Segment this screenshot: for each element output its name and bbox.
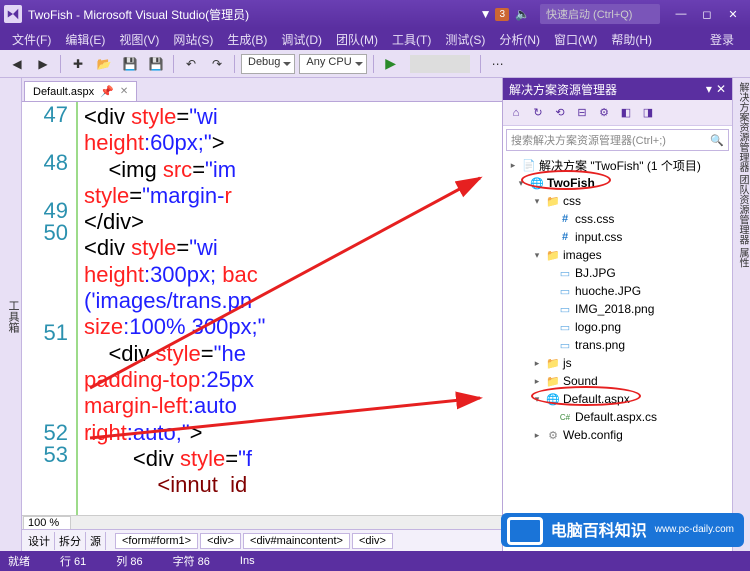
menu-team[interactable]: 团队(M): [330, 29, 384, 50]
status-char: 字符 86: [173, 553, 210, 569]
view-design-tab[interactable]: 设计: [24, 532, 55, 550]
config-dropdown[interactable]: Debug: [241, 54, 295, 74]
code-text[interactable]: <div style="wi height:60px;"> <img src="…: [78, 102, 502, 515]
file-trans[interactable]: trans.png: [575, 338, 625, 352]
menu-test[interactable]: 测试(S): [439, 29, 491, 50]
file-css-css[interactable]: css.css: [575, 212, 614, 226]
document-tab[interactable]: Default.aspx 📌 ✕: [24, 81, 137, 101]
folder-js[interactable]: js: [563, 356, 572, 370]
refresh-icon[interactable]: ↻: [529, 104, 547, 122]
platform-dropdown[interactable]: Any CPU: [299, 54, 366, 74]
menu-analyze[interactable]: 分析(N): [493, 29, 546, 50]
menu-window[interactable]: 窗口(W): [548, 29, 603, 50]
folder-images[interactable]: images: [563, 248, 602, 262]
menu-file[interactable]: 文件(F): [6, 29, 57, 50]
menu-view[interactable]: 视图(V): [113, 29, 165, 50]
properties-icon[interactable]: ⚙: [595, 104, 613, 122]
login-link[interactable]: 登录: [704, 29, 744, 50]
pin-icon[interactable]: 📌: [100, 85, 114, 98]
quick-launch-input[interactable]: 快速启动 (Ctrl+Q): [540, 4, 660, 24]
status-line: 行 61: [60, 553, 86, 569]
toolbox-panel-tab[interactable]: 工具箱: [0, 78, 22, 551]
code-editor[interactable]: 47 48 49 50 51 52 53 <div style="wi heig…: [22, 102, 502, 515]
nav-fwd-icon[interactable]: ▶: [32, 53, 54, 75]
nav-back-icon[interactable]: ◀: [6, 53, 28, 75]
menu-build[interactable]: 生成(B): [221, 29, 273, 50]
view-split-tab[interactable]: 拆分: [55, 532, 86, 550]
menu-debug[interactable]: 调试(D): [275, 29, 328, 50]
file-logo[interactable]: logo.png: [575, 320, 621, 334]
toolbar-extra-icon[interactable]: ⋯: [487, 53, 509, 75]
search-icon: 🔍: [710, 134, 724, 147]
right-panel-tabs[interactable]: 解决方案资源管理器 团队资源管理器 属性: [732, 78, 750, 551]
redo-icon[interactable]: ↷: [206, 53, 228, 75]
menu-site[interactable]: 网站(S): [167, 29, 219, 50]
watermark-badge: 电脑百科知识 www.pc-daily.com: [501, 513, 744, 547]
solution-explorer-title-bar[interactable]: 解决方案资源管理器 ▾ ✕: [503, 78, 732, 100]
solution-explorer-title: 解决方案资源管理器: [509, 81, 617, 98]
monitor-icon: [507, 517, 543, 545]
status-ins: Ins: [240, 555, 255, 567]
menu-help[interactable]: 帮助(H): [605, 29, 658, 50]
status-bar: 就绪 行 61 列 86 字符 86 Ins: [0, 551, 750, 571]
solution-explorer-toolbar: ⌂ ↻ ⟲ ⊟ ⚙ ◧ ◨: [503, 100, 732, 126]
file-huoche[interactable]: huoche.JPG: [575, 284, 641, 298]
minimize-button[interactable]: —: [668, 4, 694, 24]
file-bj[interactable]: BJ.JPG: [575, 266, 616, 280]
status-col: 列 86: [116, 553, 142, 569]
zoom-level[interactable]: 100 %: [23, 516, 71, 530]
breadcrumb-seg[interactable]: <div>: [200, 533, 241, 549]
breadcrumb-seg[interactable]: <div#maincontent>: [243, 533, 350, 549]
new-project-icon[interactable]: ✚: [67, 53, 89, 75]
breadcrumb-seg[interactable]: <form#form1>: [115, 533, 198, 549]
collapse-icon[interactable]: ⊟: [573, 104, 591, 122]
file-img2018[interactable]: IMG_2018.png: [575, 302, 654, 316]
folder-sound[interactable]: Sound: [563, 374, 598, 388]
toolbar: ◀ ▶ ✚ 📂 💾 💾 ↶ ↷ Debug Any CPU ▶ ⋯: [0, 50, 750, 78]
line-number-gutter: 47 48 49 50 51 52 53: [22, 102, 78, 515]
vs-logo-icon: [4, 5, 22, 23]
maximize-button[interactable]: ◻: [694, 4, 720, 24]
menu-edit[interactable]: 编辑(E): [59, 29, 111, 50]
breadcrumb-bar: 设计 拆分 源 <form#form1> <div> <div#maincont…: [22, 529, 502, 551]
solution-node[interactable]: 解决方案 "TwoFish" (1 个项目): [539, 157, 701, 174]
file-default-cs[interactable]: Default.aspx.cs: [575, 410, 657, 424]
file-web-config[interactable]: Web.config: [563, 428, 623, 442]
view-class-icon[interactable]: ◨: [639, 104, 657, 122]
panel-dropdown-icon[interactable]: ▾: [706, 82, 712, 96]
project-node[interactable]: TwoFish: [547, 176, 595, 190]
close-button[interactable]: ✕: [720, 4, 746, 24]
folder-css[interactable]: css: [563, 194, 581, 208]
tab-label: Default.aspx: [33, 86, 94, 98]
open-file-icon[interactable]: 📂: [93, 53, 115, 75]
breadcrumb-seg[interactable]: <div>: [352, 533, 393, 549]
menu-bar: 文件(F) 编辑(E) 视图(V) 网站(S) 生成(B) 调试(D) 团队(M…: [0, 28, 750, 50]
file-input-css[interactable]: input.css: [575, 230, 622, 244]
home-icon[interactable]: ⌂: [507, 104, 525, 122]
solution-tree[interactable]: ▸📄解决方案 "TwoFish" (1 个项目) ▾🌐TwoFish ▾📁css…: [503, 154, 732, 551]
show-all-icon[interactable]: ◧: [617, 104, 635, 122]
solution-search-input[interactable]: 搜索解决方案资源管理器(Ctrl+;) 🔍: [506, 129, 729, 151]
menu-tools[interactable]: 工具(T): [386, 29, 437, 50]
title-bar: TwoFish - Microsoft Visual Studio(管理员) ▼…: [0, 0, 750, 28]
notification-badge[interactable]: 3: [495, 8, 509, 21]
save-all-icon[interactable]: 💾: [145, 53, 167, 75]
solution-explorer: 解决方案资源管理器 ▾ ✕ ⌂ ↻ ⟲ ⊟ ⚙ ◧ ◨ 搜索解决方案资源管理器(…: [502, 78, 732, 551]
view-source-tab[interactable]: 源: [86, 532, 106, 550]
close-tab-icon[interactable]: ✕: [120, 86, 128, 97]
window-title: TwoFish - Microsoft Visual Studio(管理员): [28, 6, 249, 23]
panel-close-icon[interactable]: ✕: [716, 82, 726, 96]
status-ready: 就绪: [8, 553, 30, 569]
file-default-aspx[interactable]: Default.aspx: [563, 392, 630, 406]
document-tab-row: Default.aspx 📌 ✕: [22, 78, 502, 102]
save-icon[interactable]: 💾: [119, 53, 141, 75]
browser-target-dropdown[interactable]: [410, 55, 470, 73]
sync-icon[interactable]: ⟲: [551, 104, 569, 122]
start-debug-button[interactable]: ▶: [380, 53, 402, 75]
undo-icon[interactable]: ↶: [180, 53, 202, 75]
editor-bottom-bar: 100 %: [22, 515, 502, 529]
